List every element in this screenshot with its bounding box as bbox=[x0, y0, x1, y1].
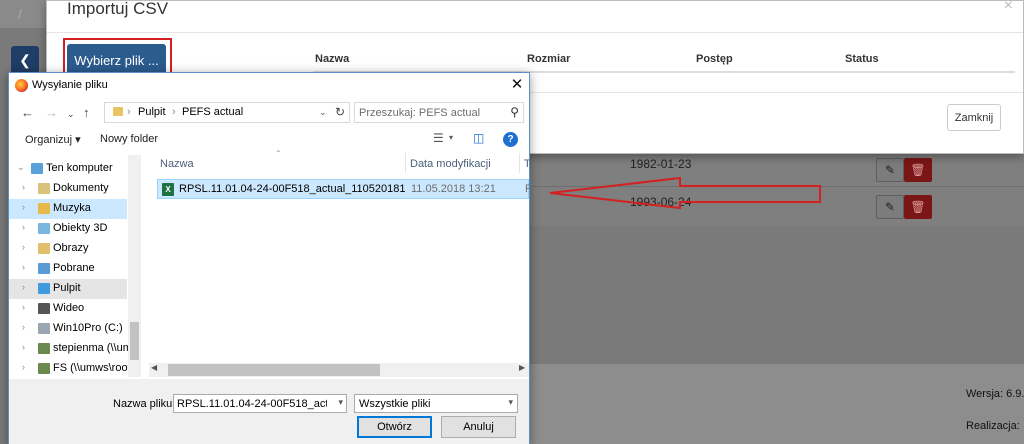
tree-item-desktop[interactable]: › Pulpit bbox=[9, 279, 127, 299]
preview-pane-icon[interactable]: ◫ bbox=[473, 131, 484, 145]
column-header-status: Status bbox=[845, 53, 879, 65]
music-folder-icon bbox=[38, 203, 50, 214]
background-footer bbox=[528, 364, 1024, 444]
chevron-left-icon[interactable]: ❮ bbox=[11, 46, 39, 74]
tree-item-documents[interactable]: › Dokumenty bbox=[9, 179, 127, 199]
chevron-right-icon: › bbox=[22, 262, 25, 272]
tree-item-pictures[interactable]: › Obrazy bbox=[9, 239, 127, 259]
chevron-down-icon[interactable]: ▾ bbox=[508, 397, 513, 408]
file-date: 11.05.2018 13:21 bbox=[411, 183, 496, 195]
chevron-right-icon: › bbox=[22, 182, 25, 192]
organize-menu[interactable]: Organizuj ▾ bbox=[25, 133, 81, 146]
breadcrumb-chevron-icon: › bbox=[127, 106, 131, 118]
network-drive-icon bbox=[38, 363, 50, 374]
list-header-date[interactable]: Data modyfikacji bbox=[410, 158, 491, 170]
new-folder-button[interactable]: Nowy folder bbox=[100, 133, 158, 145]
list-header-type[interactable]: T bbox=[524, 158, 531, 170]
file-name: RPSL.11.01.04-24-00F518_actual_110520181… bbox=[179, 183, 405, 195]
back-arrow-icon[interactable]: ← bbox=[21, 105, 34, 120]
tree-item-music[interactable]: › Muzyka bbox=[9, 199, 127, 219]
file-type: P bbox=[525, 183, 533, 195]
tree-item-this-pc[interactable]: ⌄ Ten komputer bbox=[9, 159, 127, 179]
filename-label: Nazwa pliku: bbox=[113, 398, 176, 410]
tree-item-3d-objects[interactable]: › Obiekty 3D bbox=[9, 219, 127, 239]
excel-file-icon: X bbox=[162, 183, 174, 196]
chevron-right-icon: › bbox=[22, 202, 25, 212]
column-header-progress: Postęp bbox=[696, 53, 733, 65]
trash-icon[interactable]: 🗑 bbox=[904, 158, 932, 182]
edit-icon[interactable]: ✎ bbox=[876, 195, 904, 219]
column-header-size: Rozmiar bbox=[527, 53, 571, 65]
up-arrow-icon[interactable]: ↑ bbox=[83, 105, 90, 120]
close-icon[interactable]: × bbox=[1004, 0, 1013, 15]
tree-item-video[interactable]: › Wideo bbox=[9, 299, 127, 319]
list-header-name[interactable]: Nazwa bbox=[160, 158, 194, 170]
file-upload-dialog: Wysyłanie pliku ✕ ← → ⌄ ↑ › Pulpit › PEF… bbox=[8, 72, 533, 444]
firefox-icon bbox=[15, 79, 28, 92]
scroll-left-icon[interactable]: ◀ bbox=[151, 363, 157, 372]
video-folder-icon bbox=[38, 303, 50, 314]
close-icon[interactable]: ✕ bbox=[508, 75, 526, 95]
search-icon: ⚲ bbox=[510, 105, 519, 119]
navigation-tree: ⌄ Ten komputer › Dokumenty › Muzyka › Ob… bbox=[9, 155, 141, 377]
pictures-folder-icon bbox=[38, 243, 50, 254]
dialog-title: Wysyłanie pliku bbox=[32, 79, 108, 91]
close-button[interactable]: Zamknij bbox=[947, 104, 1001, 131]
recent-dropdown-icon[interactable]: ⌄ bbox=[67, 109, 75, 120]
version-text: Wersja: 6.9.4 bbox=[966, 388, 1024, 400]
file-row[interactable]: X RPSL.11.01.04-24-00F518_actual_1105201… bbox=[157, 179, 533, 199]
tree-item-network-fs[interactable]: › FS (\\umws\root\ bbox=[9, 359, 134, 377]
realization-text: Realizacja: bbox=[966, 420, 1020, 432]
tree-scrollbar-thumb[interactable] bbox=[130, 322, 139, 360]
computer-icon bbox=[31, 163, 43, 174]
address-bar[interactable]: › Pulpit › PEFS actual ⌄ ↻ bbox=[104, 102, 350, 123]
modal-title: Importuj CSV bbox=[67, 0, 169, 18]
scroll-right-icon[interactable]: ▶ bbox=[519, 363, 525, 372]
chevron-right-icon: › bbox=[22, 342, 25, 352]
horizontal-scrollbar-thumb[interactable] bbox=[168, 364, 380, 376]
breadcrumb-item[interactable]: PEFS actual bbox=[182, 106, 243, 118]
tree-item-drive-c[interactable]: › Win10Pro (C:) bbox=[9, 319, 127, 339]
chevron-down-icon[interactable]: ▾ bbox=[449, 133, 453, 142]
filename-input[interactable]: RPSL.11.01.04-24-00F518_actual_11 ▾ bbox=[173, 394, 347, 413]
tree-item-downloads[interactable]: › Pobrane bbox=[9, 259, 127, 279]
folder-icon bbox=[113, 107, 123, 116]
documents-folder-icon bbox=[38, 183, 50, 194]
downloads-folder-icon bbox=[38, 263, 50, 274]
trash-icon[interactable]: 🗑 bbox=[904, 195, 932, 219]
edit-icon[interactable]: ✎ bbox=[876, 158, 904, 182]
file-list: ⌃ Nazwa Data modyfikacji T X RPSL.11.01.… bbox=[157, 149, 533, 363]
chevron-right-icon: › bbox=[22, 282, 25, 292]
chevron-down-icon[interactable]: ▾ bbox=[338, 397, 343, 408]
chevron-right-icon: › bbox=[22, 242, 25, 252]
chevron-down-icon[interactable]: ⌄ bbox=[319, 107, 327, 118]
filetype-select[interactable]: Wszystkie pliki ▾ bbox=[354, 394, 518, 413]
chevron-right-icon: › bbox=[22, 362, 25, 372]
red-arrow-icon bbox=[549, 176, 821, 210]
red-arrow-annotation bbox=[549, 176, 821, 210]
breadcrumb-item[interactable]: Pulpit bbox=[138, 106, 166, 118]
forward-arrow-icon[interactable]: → bbox=[45, 105, 58, 120]
chevron-right-icon: › bbox=[22, 322, 25, 332]
drive-icon bbox=[38, 323, 50, 334]
chevron-right-icon: › bbox=[22, 302, 25, 312]
column-header-name: Nazwa bbox=[315, 53, 350, 65]
cancel-button[interactable]: Anuluj bbox=[441, 416, 516, 438]
network-drive-icon bbox=[38, 343, 50, 354]
desktop-folder-icon bbox=[38, 283, 50, 294]
chevron-right-icon: › bbox=[22, 222, 25, 232]
search-input[interactable]: Przeszukaj: PEFS actual ⚲ bbox=[354, 102, 524, 123]
3d-folder-icon bbox=[38, 223, 50, 234]
tree-item-network-stepienma[interactable]: › stepienma (\\um bbox=[9, 339, 132, 359]
sort-up-icon: ⌃ bbox=[275, 149, 282, 158]
open-button[interactable]: Otwórz bbox=[357, 416, 432, 438]
refresh-icon[interactable]: ↻ bbox=[335, 105, 345, 119]
chevron-down-icon: ⌄ bbox=[17, 162, 25, 172]
breadcrumb-chevron-icon: › bbox=[172, 106, 176, 118]
view-options-icon[interactable]: ☰ bbox=[433, 131, 444, 145]
help-icon[interactable]: ? bbox=[503, 132, 518, 147]
